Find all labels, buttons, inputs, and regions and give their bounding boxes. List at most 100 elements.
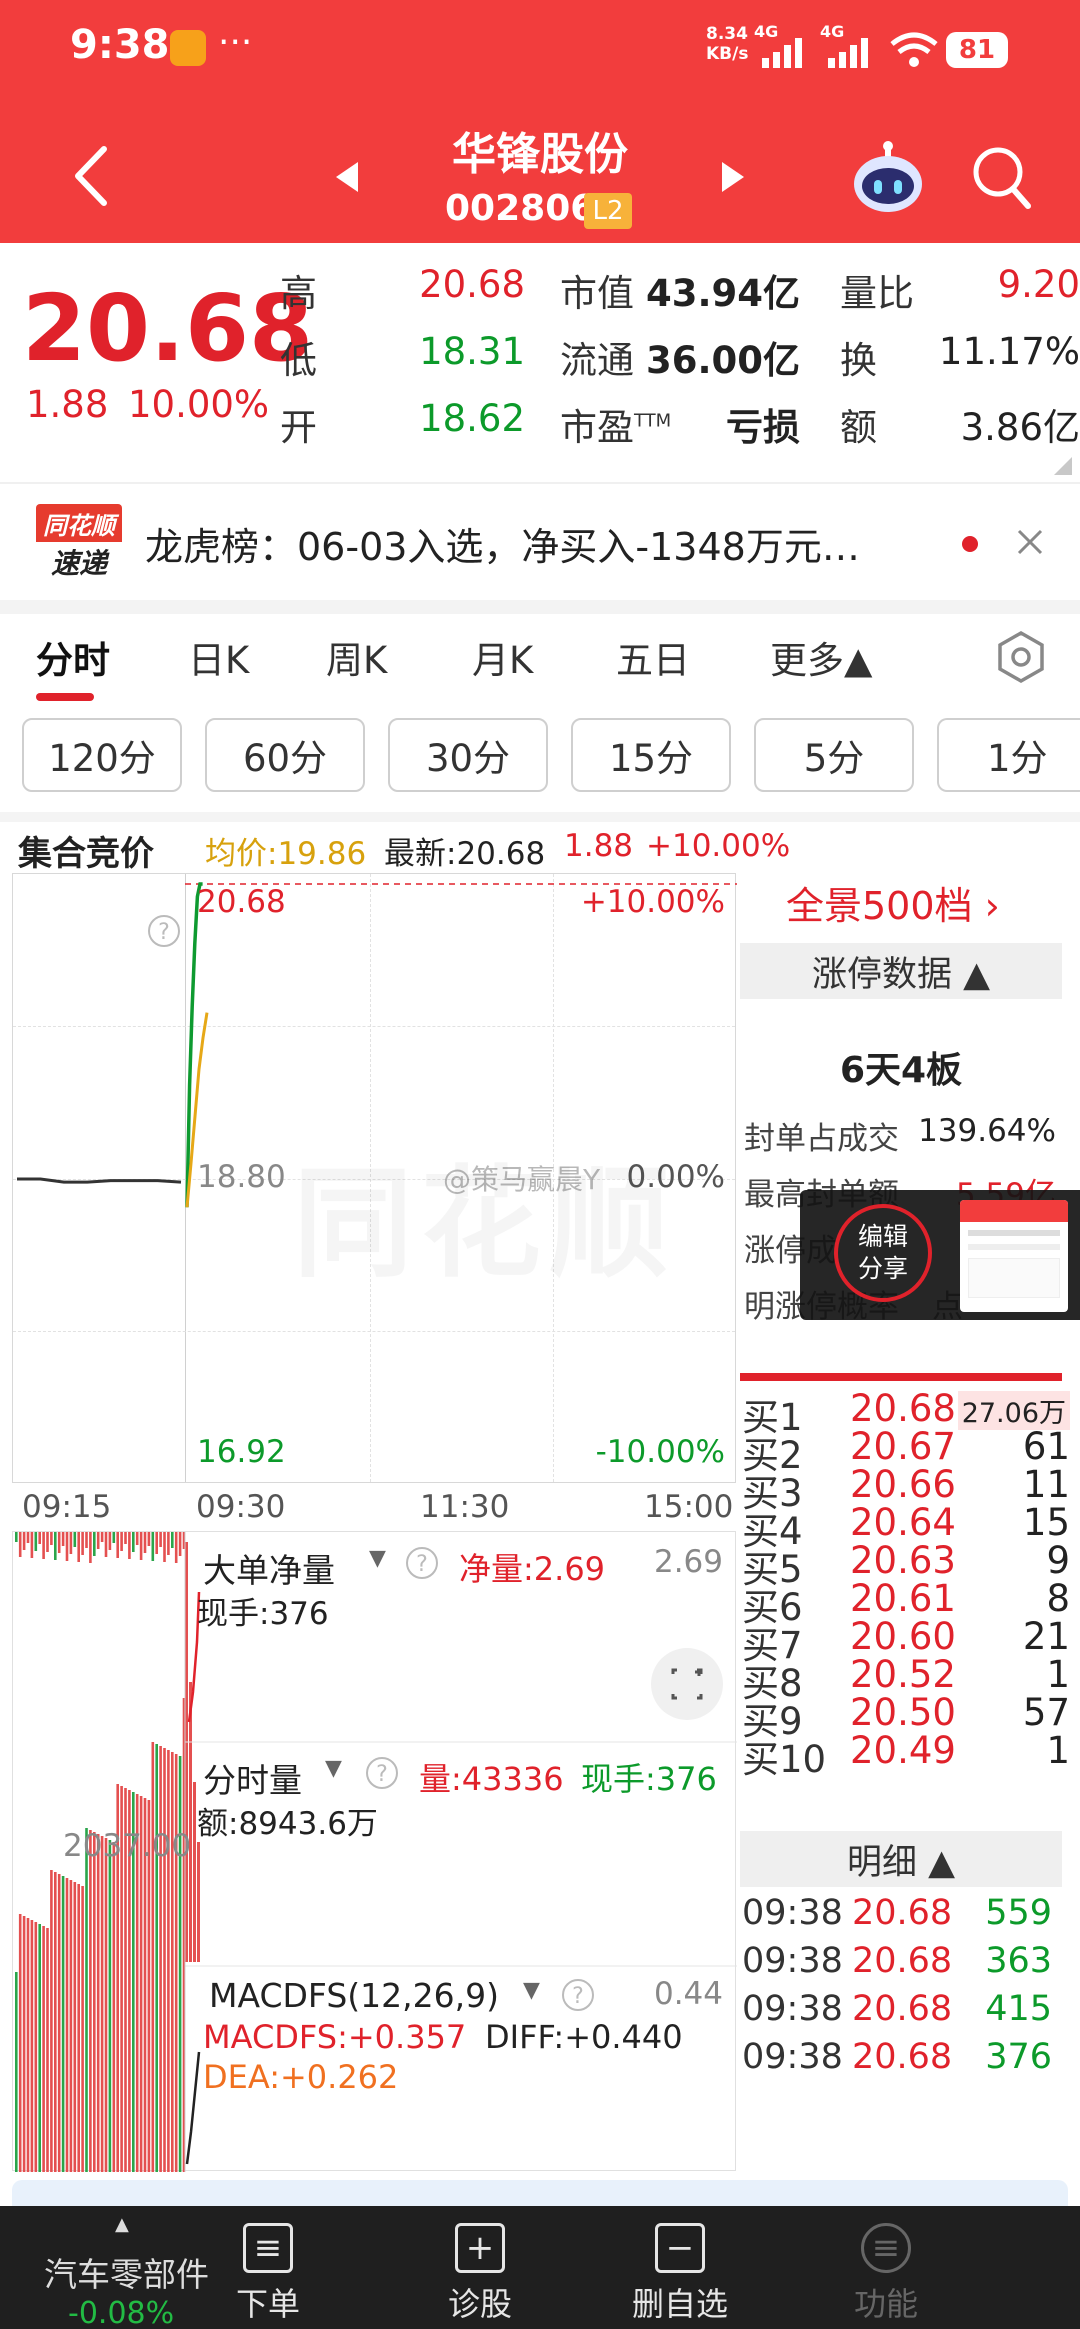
bigorder-bar: [18, 1532, 22, 1557]
bigorder-label[interactable]: 大单净量: [203, 1544, 335, 1592]
settings-hex-icon[interactable]: [996, 630, 1046, 684]
volume-qty: 量:43336: [419, 1760, 564, 1798]
bigorder-bar: [163, 1532, 166, 1562]
edit-share-button[interactable]: 编辑 分享: [834, 1204, 932, 1302]
volume-bar: [85, 1828, 88, 2172]
tab-4[interactable]: 五日: [616, 630, 690, 684]
robot-assistant-icon[interactable]: [850, 138, 926, 214]
share-float-card[interactable]: 编辑 分享: [800, 1190, 1080, 1320]
bid-row[interactable]: 买3 20.66 11: [740, 1463, 1080, 1515]
right-panel: 全景500档 › 涨停数据 ▲ 6天4板 封单占成交 139.64% 最高封单额…: [740, 873, 1080, 2173]
remove-watchlist-icon: −: [655, 2223, 705, 2273]
bigorder-bar: [15, 1532, 18, 1542]
stat-value: 18.62: [419, 397, 525, 440]
tab-2[interactable]: 周K: [326, 630, 387, 684]
volume-help-icon[interactable]: ?: [365, 1756, 399, 1790]
svg-text:?: ?: [572, 1984, 584, 2009]
pct-axis-bottom: -10.00%: [595, 1434, 725, 1470]
stat-key: 市值: [560, 272, 634, 315]
nav-item-0[interactable]: ≡ 下单: [188, 2206, 348, 2329]
bigorder-dropdown-icon[interactable]: ▼: [369, 1546, 386, 1571]
fullscreen-button[interactable]: [651, 1648, 723, 1720]
dea-value: DEA:+0.262: [203, 2058, 399, 2096]
bigorder-bar: [155, 1532, 158, 1554]
close-icon[interactable]: [1016, 528, 1044, 556]
interval-pill-3[interactable]: 15分: [571, 718, 731, 792]
expand-corner-icon[interactable]: [1050, 453, 1074, 477]
bid-row[interactable]: 买4 20.64 15: [740, 1501, 1080, 1553]
macd-value: MACDFS:+0.357: [203, 2018, 467, 2056]
share-preview-thumbnail[interactable]: [960, 1200, 1068, 1312]
detail-header[interactable]: 明细 ▲: [740, 1831, 1062, 1887]
volume-label[interactable]: 分时量: [203, 1754, 302, 1802]
bid-row[interactable]: 买5 20.63 9: [740, 1539, 1080, 1591]
volume-bar: [96, 1834, 100, 2172]
interval-pill-2[interactable]: 30分: [388, 718, 548, 792]
price-change-pct: 10.00%: [128, 383, 270, 426]
macd-help-icon[interactable]: ?: [561, 1978, 595, 2012]
boards-count: 6天4板: [839, 1050, 963, 1091]
panorama-500-link[interactable]: 全景500档 ›: [786, 875, 1000, 930]
bigorder-bar: [167, 1532, 170, 1555]
interval-pill-4[interactable]: 5分: [754, 718, 914, 792]
macd-dropdown-icon[interactable]: ▼: [523, 1978, 540, 2003]
bid-volume: 1: [1046, 1729, 1070, 1772]
trade-price: 20.68: [852, 1941, 953, 1981]
intraday-chart[interactable]: ? 20.68 18.80 16.92 +10.00% 0.00% -10.00…: [12, 873, 737, 1483]
stat-value: 9.20: [997, 263, 1080, 306]
search-icon[interactable]: [970, 142, 1034, 212]
bid-row[interactable]: 买9 20.50 57: [740, 1691, 1080, 1743]
nav-item-2[interactable]: − 删自选: [600, 2206, 760, 2329]
active-tab-indicator: [36, 693, 94, 701]
seal-ratio-label: 封单占成交: [744, 1121, 899, 1157]
bid-row[interactable]: 买10 20.49 1: [740, 1729, 1080, 1781]
volume-bar: [171, 1752, 174, 2172]
tab-3[interactable]: 月K: [472, 630, 533, 684]
stat-value: 43.94亿: [645, 272, 800, 315]
bigorder-bar: [34, 1532, 38, 1551]
volume-bar: [108, 1840, 112, 2172]
sector-name[interactable]: 汽车零部件: [44, 2248, 209, 2296]
limit-data-header[interactable]: 涨停数据 ▲: [740, 943, 1062, 999]
bigorder-help-icon[interactable]: ?: [405, 1546, 439, 1580]
bigorder-bar: [100, 1532, 104, 1542]
sector-up-arrow-icon[interactable]: ▲: [115, 2214, 129, 2235]
trade-detail-row: 09:38 20.68 376: [740, 2037, 1080, 2097]
volume-bar: [54, 1872, 57, 2172]
macd-label[interactable]: MACDFS(12,26,9): [209, 1976, 499, 2015]
bid-row[interactable]: 买1 20.68 27.06万: [740, 1387, 1080, 1439]
bid-price: 20.67: [850, 1425, 956, 1468]
bid-volume: 61: [1022, 1425, 1070, 1468]
next-stock-icon[interactable]: [720, 160, 746, 194]
bigorder-bar: [38, 1532, 41, 1544]
indicator-panels[interactable]: 大单净量 ▼ ? 净量:2.69 2.69 现手:376 分时量 ▼ ? 量:4…: [12, 1531, 737, 2172]
bid-row[interactable]: 买8 20.52 1: [740, 1653, 1080, 1705]
nav-item-1[interactable]: + 诊股: [400, 2206, 560, 2329]
tab-5[interactable]: 更多▲: [770, 630, 872, 684]
interval-pill-0[interactable]: 120分: [22, 718, 182, 792]
volume-bar: [69, 1880, 73, 2172]
volume-dropdown-icon[interactable]: ▼: [325, 1756, 342, 1781]
news-banner[interactable]: 同花顺 速递 龙虎榜：06-03入选，净买入-1348万元…: [0, 482, 1080, 600]
nav-item-3[interactable]: ≡ 功能: [806, 2206, 966, 2329]
back-arrow-icon[interactable]: [70, 145, 110, 207]
bigorder-bar: [65, 1532, 69, 1561]
bid-row[interactable]: 买6 20.61 8: [740, 1577, 1080, 1629]
volume-bar: [81, 1886, 84, 2172]
interval-pill-5[interactable]: 1分: [937, 718, 1080, 792]
bid-row[interactable]: 买2 20.67 61: [740, 1425, 1080, 1477]
stat-key: 开: [280, 406, 317, 449]
level2-badge: L2: [584, 193, 632, 229]
bid-volume: 8: [1046, 1577, 1070, 1620]
interval-pill-1[interactable]: 60分: [205, 718, 365, 792]
bigorder-bar: [42, 1532, 45, 1559]
trade-time: 09:38: [742, 1941, 843, 1981]
tab-1[interactable]: 日K: [188, 630, 249, 684]
bid-row[interactable]: 买7 20.60 21: [740, 1615, 1080, 1667]
tab-0[interactable]: 分时: [36, 630, 110, 684]
help-icon[interactable]: ?: [147, 914, 181, 948]
bigorder-bar: [139, 1532, 143, 1560]
prev-stock-icon[interactable]: [334, 160, 360, 194]
x-tick-label: 15:00: [644, 1489, 734, 1525]
volume-bar: [65, 1878, 69, 2172]
